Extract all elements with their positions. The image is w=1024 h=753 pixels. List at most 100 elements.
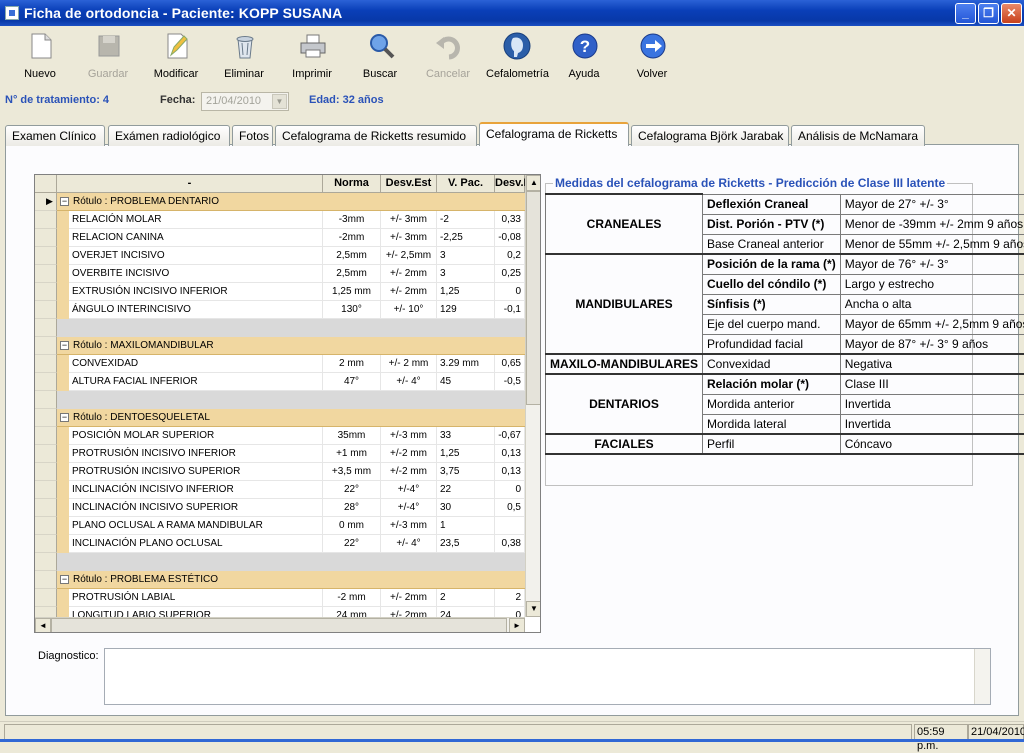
date-picker[interactable]: 21/04/2010 ▼ <box>201 92 289 111</box>
cell-name[interactable]: CONVEXIDAD <box>69 355 323 373</box>
row-selector[interactable] <box>35 481 57 499</box>
cell-desv-pac[interactable]: 0,65 <box>495 355 525 373</box>
row-selector[interactable] <box>35 229 57 247</box>
cell-desv-pac[interactable]: 0,38 <box>495 535 525 553</box>
cell-name[interactable]: INCLINACIÓN INCISIVO INFERIOR <box>69 481 323 499</box>
tab-examen-radiologico[interactable]: Exámen radiológico <box>108 125 230 146</box>
cell-v-pac[interactable]: 30 <box>437 499 495 517</box>
cell-desv-est[interactable]: +/- 2mm <box>381 589 437 607</box>
cell-name[interactable]: OVERBITE INCISIVO <box>69 265 323 283</box>
table-row[interactable]: OVERBITE INCISIVO2,5mm+/- 2mm30,25 <box>35 265 525 283</box>
row-selector[interactable] <box>35 463 57 481</box>
cell-desv-est[interactable]: +/- 2 mm <box>381 355 437 373</box>
row-selector[interactable] <box>35 301 57 319</box>
cell-desv-pac[interactable]: 0,13 <box>495 463 525 481</box>
row-selector[interactable] <box>35 409 57 427</box>
cell-desv-pac[interactable]: 0 <box>495 283 525 301</box>
cell-desv-est[interactable]: +/- 2mm <box>381 265 437 283</box>
cell-norma[interactable]: 1,25 mm <box>323 283 381 301</box>
scroll-up-icon[interactable]: ▲ <box>526 175 541 191</box>
help-button[interactable]: ? Ayuda <box>554 28 614 84</box>
cell-norma[interactable]: 2 mm <box>323 355 381 373</box>
cell-desv-pac[interactable]: 0,33 <box>495 211 525 229</box>
cell-v-pac[interactable]: 2 <box>437 589 495 607</box>
cell-desv-est[interactable]: +/-3 mm <box>381 517 437 535</box>
table-row[interactable]: CONVEXIDAD2 mm+/- 2 mm3.29 mm0,65 <box>35 355 525 373</box>
cell-name[interactable]: PROTRUSIÓN INCISIVO SUPERIOR <box>69 463 323 481</box>
header-desv-pac[interactable]: Desv.Pac <box>495 175 525 193</box>
cell-v-pac[interactable]: 1 <box>437 517 495 535</box>
cell-v-pac[interactable]: 22 <box>437 481 495 499</box>
tab-ricketts[interactable]: Cefalograma de Ricketts <box>479 122 629 146</box>
cancel-button[interactable]: Cancelar <box>418 28 478 84</box>
cell-name[interactable]: ALTURA FACIAL INFERIOR <box>69 373 323 391</box>
ricketts-grid[interactable]: - Norma Desv.Est V. Pac. Desv.Pac ▶−Rótu… <box>34 174 541 633</box>
cell-desv-est[interactable]: +/- 2mm <box>381 283 437 301</box>
row-selector[interactable] <box>35 517 57 535</box>
row-selector[interactable] <box>35 337 57 355</box>
grid-vertical-scrollbar[interactable]: ▲ ▼ <box>525 175 541 617</box>
cell-desv-est[interactable]: +/- 2,5mm <box>381 247 437 265</box>
cell-desv-pac[interactable]: -0,5 <box>495 373 525 391</box>
cell-name[interactable]: OVERJET INCISIVO <box>69 247 323 265</box>
diagnostico-field[interactable] <box>104 648 991 705</box>
group-header[interactable]: −Rótulo : DENTOESQUELETAL <box>57 409 525 427</box>
cell-v-pac[interactable]: 3,75 <box>437 463 495 481</box>
save-button[interactable]: Guardar <box>78 28 138 84</box>
cell-v-pac[interactable]: 33 <box>437 427 495 445</box>
row-selector[interactable] <box>35 319 57 337</box>
cell-norma[interactable]: -2 mm <box>323 589 381 607</box>
print-button[interactable]: Imprimir <box>282 28 342 84</box>
cell-norma[interactable]: 22° <box>323 535 381 553</box>
back-button[interactable]: Volver <box>622 28 682 84</box>
header-desv-est[interactable]: Desv.Est <box>381 175 437 193</box>
row-selector[interactable]: ▶ <box>35 193 57 211</box>
group-row[interactable]: −Rótulo : MAXILOMANDIBULAR <box>35 337 525 355</box>
row-selector[interactable] <box>35 355 57 373</box>
cell-desv-pac[interactable]: -0,67 <box>495 427 525 445</box>
close-button[interactable]: ✕ <box>1001 3 1022 24</box>
table-row[interactable]: PROTRUSIÓN LABIAL-2 mm+/- 2mm22 <box>35 589 525 607</box>
cell-norma[interactable]: 0 mm <box>323 517 381 535</box>
tab-examen-clinico[interactable]: Examen Clínico <box>5 125 105 146</box>
cell-norma[interactable]: 2,5mm <box>323 265 381 283</box>
cell-name[interactable]: PROTRUSIÓN LABIAL <box>69 589 323 607</box>
diagnostico-scrollbar[interactable] <box>974 649 990 704</box>
cell-desv-pac[interactable]: 0 <box>495 481 525 499</box>
cell-desv-pac[interactable]: -0,1 <box>495 301 525 319</box>
cell-desv-est[interactable]: +/-4° <box>381 481 437 499</box>
cell-desv-pac[interactable]: 2 <box>495 589 525 607</box>
table-row[interactable]: PLANO OCLUSAL A RAMA MANDIBULAR0 mm+/-3 … <box>35 517 525 535</box>
cell-norma[interactable]: -2mm <box>323 229 381 247</box>
table-row[interactable]: POSICIÓN MOLAR SUPERIOR35mm+/-3 mm33-0,6… <box>35 427 525 445</box>
cell-desv-est[interactable]: +/- 4° <box>381 535 437 553</box>
row-selector[interactable] <box>35 247 57 265</box>
tab-bjork-jarabak[interactable]: Cefalograma Björk Jarabak <box>631 125 789 146</box>
grid-hscroll-thumb[interactable] <box>51 618 507 633</box>
row-selector[interactable] <box>35 535 57 553</box>
group-row[interactable]: −Rótulo : PROBLEMA ESTÉTICO <box>35 571 525 589</box>
table-row[interactable]: INCLINACIÓN PLANO OCLUSAL22°+/- 4°23,50,… <box>35 535 525 553</box>
cell-v-pac[interactable]: 3 <box>437 265 495 283</box>
cell-norma[interactable]: 28° <box>323 499 381 517</box>
cell-desv-pac[interactable]: -0,08 <box>495 229 525 247</box>
cell-desv-pac[interactable]: 0,25 <box>495 265 525 283</box>
cell-norma[interactable]: -3mm <box>323 211 381 229</box>
app-icon[interactable] <box>5 6 19 20</box>
modify-button[interactable]: Modificar <box>146 28 206 84</box>
row-selector[interactable] <box>35 571 57 589</box>
cell-name[interactable]: EXTRUSIÓN INCISIVO INFERIOR <box>69 283 323 301</box>
new-button[interactable]: Nuevo <box>10 28 70 84</box>
cell-norma[interactable]: 22° <box>323 481 381 499</box>
cell-name[interactable]: PLANO OCLUSAL A RAMA MANDIBULAR <box>69 517 323 535</box>
row-selector[interactable] <box>35 499 57 517</box>
row-selector[interactable] <box>35 391 57 409</box>
header-name[interactable]: - <box>57 175 323 193</box>
group-header[interactable]: −Rótulo : PROBLEMA ESTÉTICO <box>57 571 525 589</box>
cell-v-pac[interactable]: 45 <box>437 373 495 391</box>
table-row[interactable]: PROTRUSIÓN INCISIVO INFERIOR+1 mm+/-2 mm… <box>35 445 525 463</box>
cell-name[interactable]: RELACION CANINA <box>69 229 323 247</box>
scroll-right-icon[interactable]: ► <box>509 618 525 633</box>
row-selector[interactable] <box>35 265 57 283</box>
cell-v-pac[interactable]: 23,5 <box>437 535 495 553</box>
